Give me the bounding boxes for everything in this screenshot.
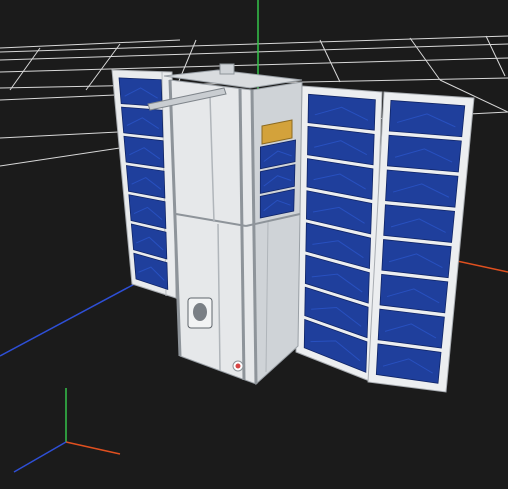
right-outer-panel-cell [383,204,456,243]
solar-panel-right-inner[interactable] [295,85,383,383]
left-panel-cell [123,135,165,168]
left-panel-cell [121,106,164,138]
right-outer-panel-cell [385,169,459,208]
scene-canvas[interactable] [0,0,508,489]
3d-viewport[interactable] [0,0,508,489]
right-outer-panel-cell [388,100,466,138]
status-indicator-dot [235,363,241,369]
vent-icon [193,303,207,321]
right-outer-panel-cell [387,134,462,173]
top-connector [219,63,235,75]
